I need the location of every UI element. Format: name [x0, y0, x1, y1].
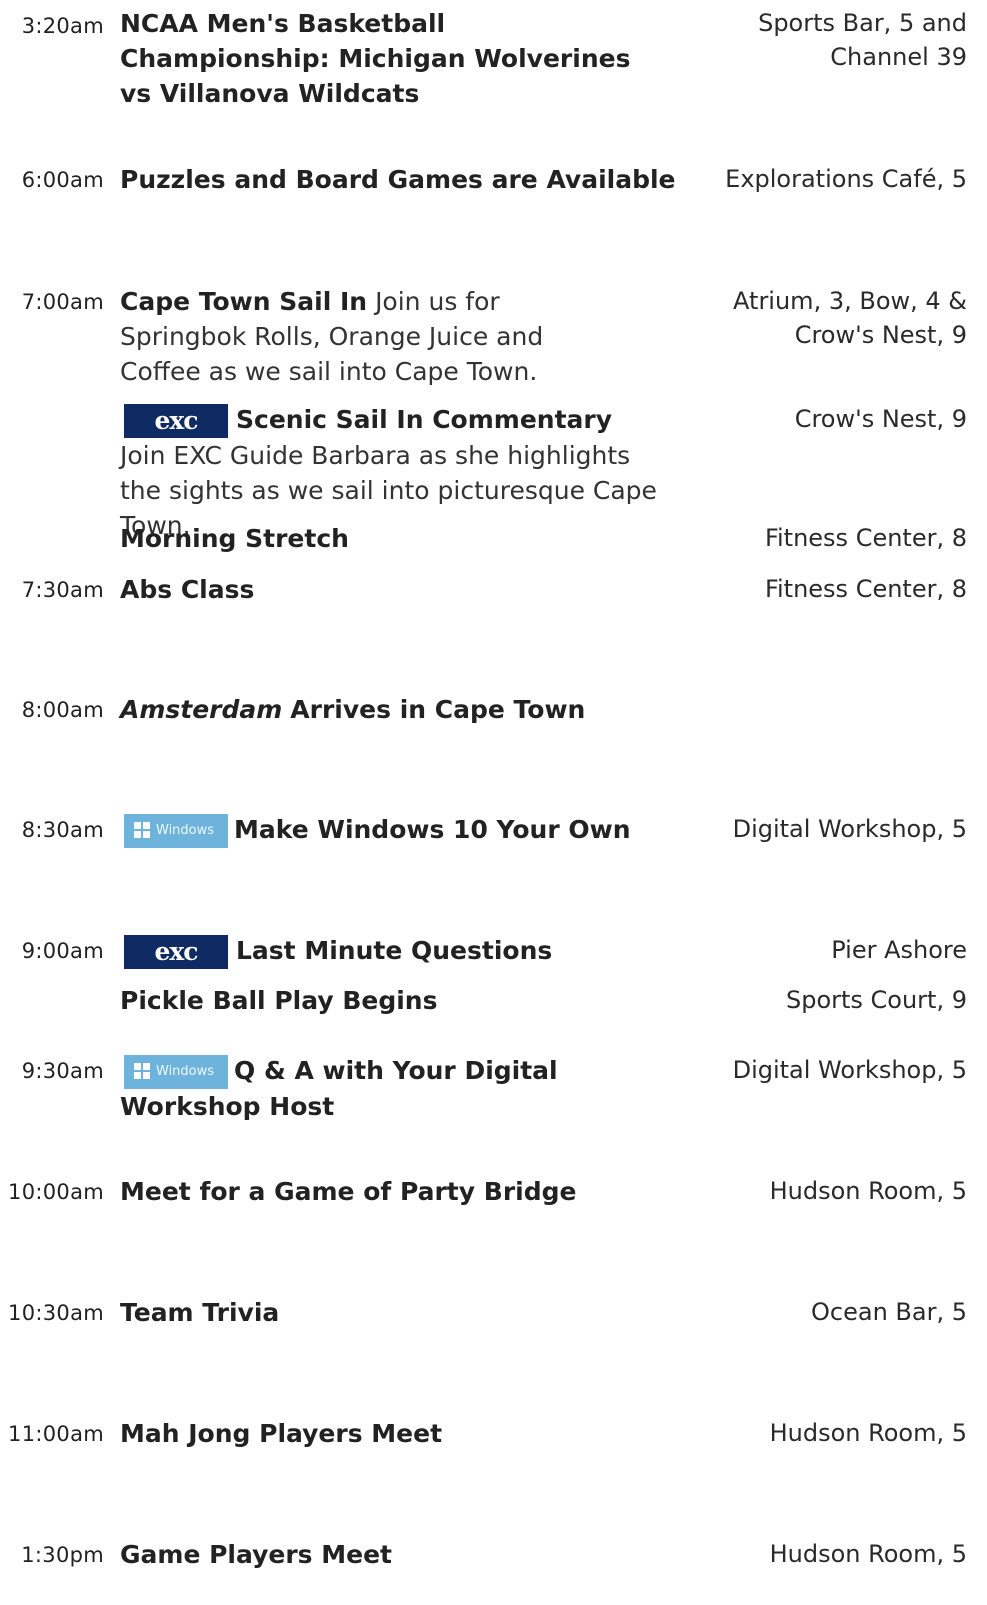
ship-name: Amsterdam [120, 695, 283, 724]
event-time: 1:30pm [21, 1543, 104, 1567]
event-title: Cape Town Sail In [120, 287, 368, 316]
windows-logo-icon [134, 821, 150, 838]
event-title: Game Players Meet [120, 1540, 392, 1569]
windows-logo-icon [134, 1062, 150, 1079]
schedule-page: { "schedule": [ {"time": "3:20am", "titl… [0, 0, 987, 1605]
event-location: Fitness Center, 8 [764, 575, 967, 603]
event-title: Scenic Sail In Commentary [236, 405, 613, 434]
event-time: 11:00am [8, 1422, 104, 1446]
event-title: Abs Class [120, 575, 255, 604]
event-title: Last Minute Questions [236, 936, 553, 965]
exc-badge: exc [124, 935, 228, 969]
windows-badge: Windows [124, 814, 228, 848]
event-title: Pickle Ball Play Begins [120, 986, 438, 1015]
event-location: Atrium, 3, Bow, 4 & Crow's Nest, 9 [733, 287, 967, 349]
event-location: Digital Workshop, 5 [732, 1056, 967, 1084]
event-title: Arrives in Cape Town [290, 695, 586, 724]
event-location: Fitness Center, 8 [764, 524, 967, 552]
event-location: Digital Workshop, 5 [732, 815, 967, 843]
event-location: Hudson Room, 5 [769, 1419, 967, 1447]
event-time: 10:30am [8, 1301, 104, 1325]
event-location: Explorations Café, 5 [725, 165, 967, 193]
event-location: Ocean Bar, 5 [811, 1298, 967, 1326]
event-location: Sports Court, 9 [785, 986, 967, 1014]
event-title: Morning Stretch [120, 524, 349, 553]
windows-badge: Windows [124, 1055, 228, 1089]
event-time: 10:00am [8, 1180, 104, 1204]
event-time: 6:00am [21, 168, 104, 192]
event-title: NCAA Men's Basketball Championship: Mich… [120, 9, 631, 108]
event-title: Team Trivia [120, 1298, 280, 1327]
event-location: Sports Bar, 5 and Channel 39 [758, 9, 967, 71]
event-time: 8:00am [21, 698, 104, 722]
event-time: 9:00am [21, 939, 104, 963]
event-time: 7:30am [21, 578, 104, 602]
event-location: Hudson Room, 5 [769, 1177, 967, 1205]
event-time: 7:00am [21, 290, 104, 314]
event-title: Mah Jong Players Meet [120, 1419, 443, 1448]
event-location: Hudson Room, 5 [769, 1540, 967, 1568]
event-location: Crow's Nest, 9 [794, 405, 967, 433]
event-time: 8:30am [21, 818, 104, 842]
event-location: Pier Ashore [831, 936, 967, 964]
event-time: 3:20am [21, 14, 104, 38]
event-time: 9:30am [21, 1059, 104, 1083]
event-title: Meet for a Game of Party Bridge [120, 1177, 577, 1206]
event-title: Make Windows 10 Your Own [234, 815, 631, 844]
exc-badge: exc [124, 404, 228, 438]
event-title: Puzzles and Board Games are Available [120, 165, 676, 194]
